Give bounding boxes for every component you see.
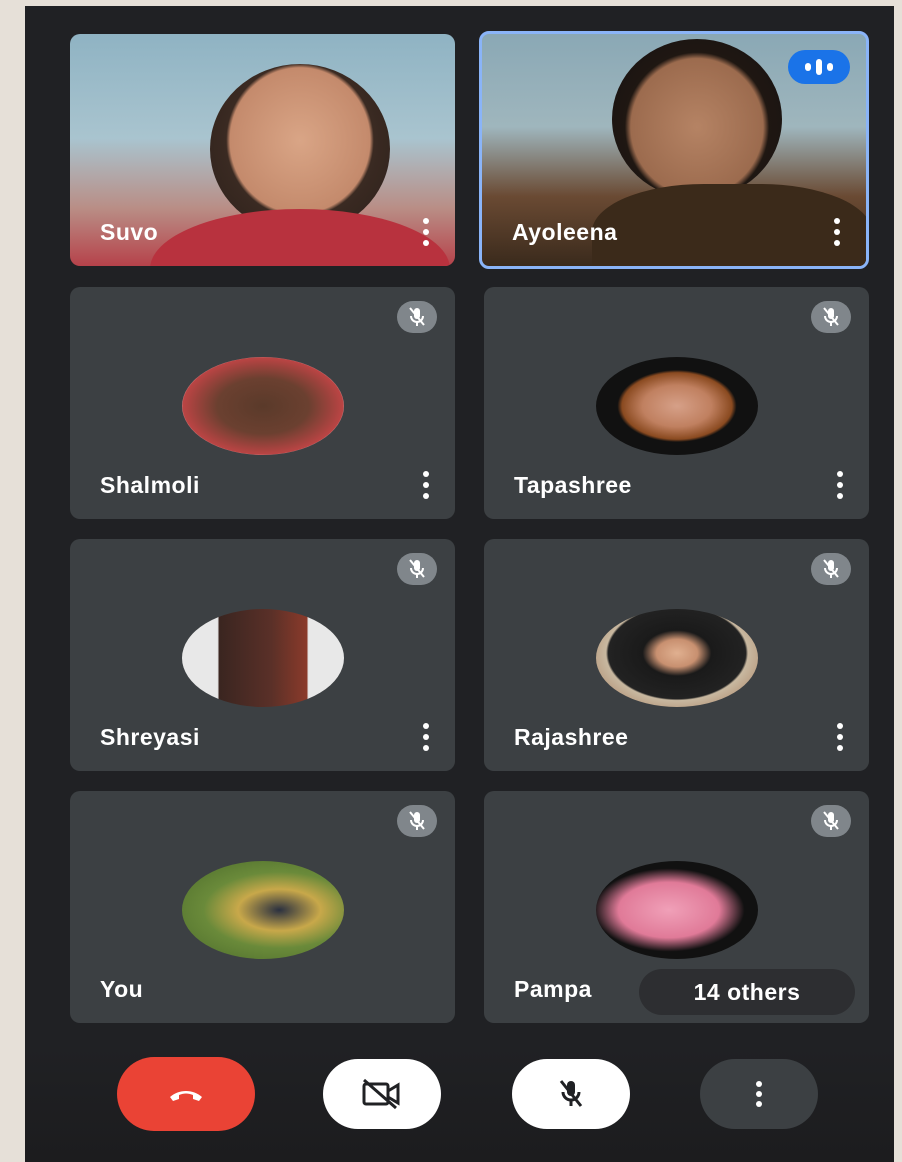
others-count-chip[interactable]: 14 others — [639, 969, 855, 1015]
avatar — [181, 357, 344, 455]
participant-tile-ayoleena[interactable]: Ayoleena — [479, 31, 869, 269]
more-options-button[interactable] — [700, 1059, 818, 1129]
phone-hangup-icon — [170, 1091, 202, 1101]
participant-name: Ayoleena — [512, 219, 618, 245]
more-options-icon[interactable] — [421, 218, 431, 246]
more-options-icon[interactable] — [421, 723, 431, 751]
avatar — [181, 861, 344, 959]
more-options-icon[interactable] — [421, 471, 431, 499]
mic-off-icon — [811, 805, 851, 837]
mic-off-icon — [397, 805, 437, 837]
mic-off-icon — [811, 553, 851, 585]
participant-body-ayoleena — [592, 184, 866, 266]
participant-name: Suvo — [100, 219, 159, 245]
mic-toggle-button[interactable] — [512, 1059, 630, 1129]
participant-tile-suvo[interactable]: Suvo — [70, 34, 455, 266]
call-controls — [25, 1046, 894, 1162]
camera-off-icon — [362, 1078, 400, 1110]
participant-name: You — [100, 976, 144, 1002]
mic-off-icon — [811, 301, 851, 333]
participant-name: Rajashree — [514, 724, 629, 750]
avatar — [595, 861, 758, 959]
participant-video-ayoleena — [612, 39, 782, 199]
participant-name: Shalmoli — [100, 472, 200, 498]
meet-call-screen: Suvo Ayoleena Shalmoli Tapashree Shreyas… — [25, 6, 894, 1162]
participant-name: Pampa — [514, 976, 592, 1002]
more-options-icon[interactable] — [832, 218, 842, 246]
mic-off-icon — [397, 553, 437, 585]
more-vertical-icon — [754, 1081, 764, 1107]
participant-name: Shreyasi — [100, 724, 200, 750]
mic-off-icon — [559, 1080, 583, 1107]
participant-tile-you[interactable]: You — [70, 791, 455, 1023]
participant-tile-pampa[interactable]: Pampa 14 others — [484, 791, 869, 1023]
participant-tile-rajashree[interactable]: Rajashree — [484, 539, 869, 771]
participant-body-suvo — [150, 209, 450, 266]
participant-name: Tapashree — [514, 472, 632, 498]
camera-toggle-button[interactable] — [323, 1059, 441, 1129]
avatar — [595, 357, 758, 455]
speaking-indicator-icon — [788, 50, 850, 84]
more-options-icon[interactable] — [835, 471, 845, 499]
avatar — [595, 609, 758, 707]
avatar — [181, 609, 344, 707]
more-options-icon[interactable] — [835, 723, 845, 751]
participant-tile-tapashree[interactable]: Tapashree — [484, 287, 869, 519]
mic-off-icon — [397, 301, 437, 333]
participant-tile-shreyasi[interactable]: Shreyasi — [70, 539, 455, 771]
end-call-button[interactable] — [117, 1057, 255, 1131]
participant-tile-shalmoli[interactable]: Shalmoli — [70, 287, 455, 519]
